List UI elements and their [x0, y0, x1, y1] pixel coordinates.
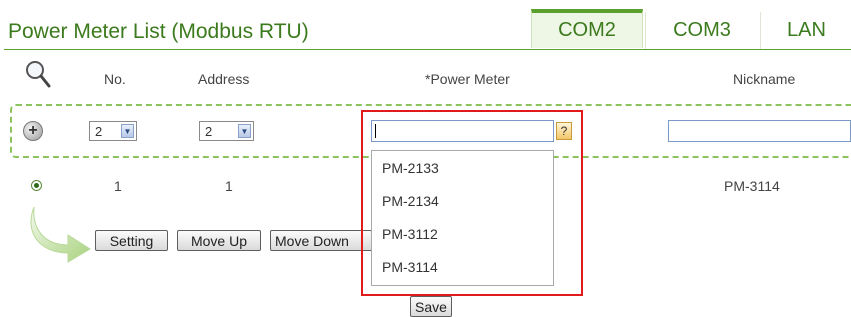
tab-com3[interactable]: COM3: [645, 12, 758, 49]
page-title: Power Meter List (Modbus RTU): [8, 20, 309, 43]
move-down-button[interactable]: Move Down: [270, 230, 374, 251]
nickname-input[interactable]: [668, 120, 851, 142]
chevron-down-icon: ▼: [238, 124, 251, 138]
search-icon[interactable]: [24, 58, 52, 90]
header-divider: [4, 49, 851, 50]
row-nickname: PM-3114: [724, 178, 780, 194]
column-header-address: Address: [198, 71, 250, 87]
tab-com2[interactable]: COM2: [531, 9, 643, 48]
no-select-value: 2: [95, 123, 103, 139]
column-header-no: No.: [104, 71, 126, 87]
no-select[interactable]: 2 ▼: [89, 121, 137, 141]
column-header-nickname: Nickname: [733, 71, 796, 87]
row-no: 1: [114, 178, 122, 194]
chevron-down-icon: ▼: [121, 124, 134, 138]
row-select-radio[interactable]: [31, 180, 42, 191]
tab-lan[interactable]: LAN: [760, 12, 851, 49]
setting-button[interactable]: Setting: [95, 230, 168, 251]
row-address: 1: [225, 178, 233, 194]
column-header-power-meter: *Power Meter: [425, 71, 510, 87]
save-button[interactable]: Save: [410, 296, 452, 317]
highlight-annotation-box: [361, 110, 583, 296]
curved-arrow-icon: [28, 205, 94, 263]
move-up-button[interactable]: Move Up: [177, 230, 261, 251]
add-icon[interactable]: +: [23, 121, 43, 141]
address-select[interactable]: 2 ▼: [199, 121, 254, 141]
address-select-value: 2: [205, 123, 213, 139]
